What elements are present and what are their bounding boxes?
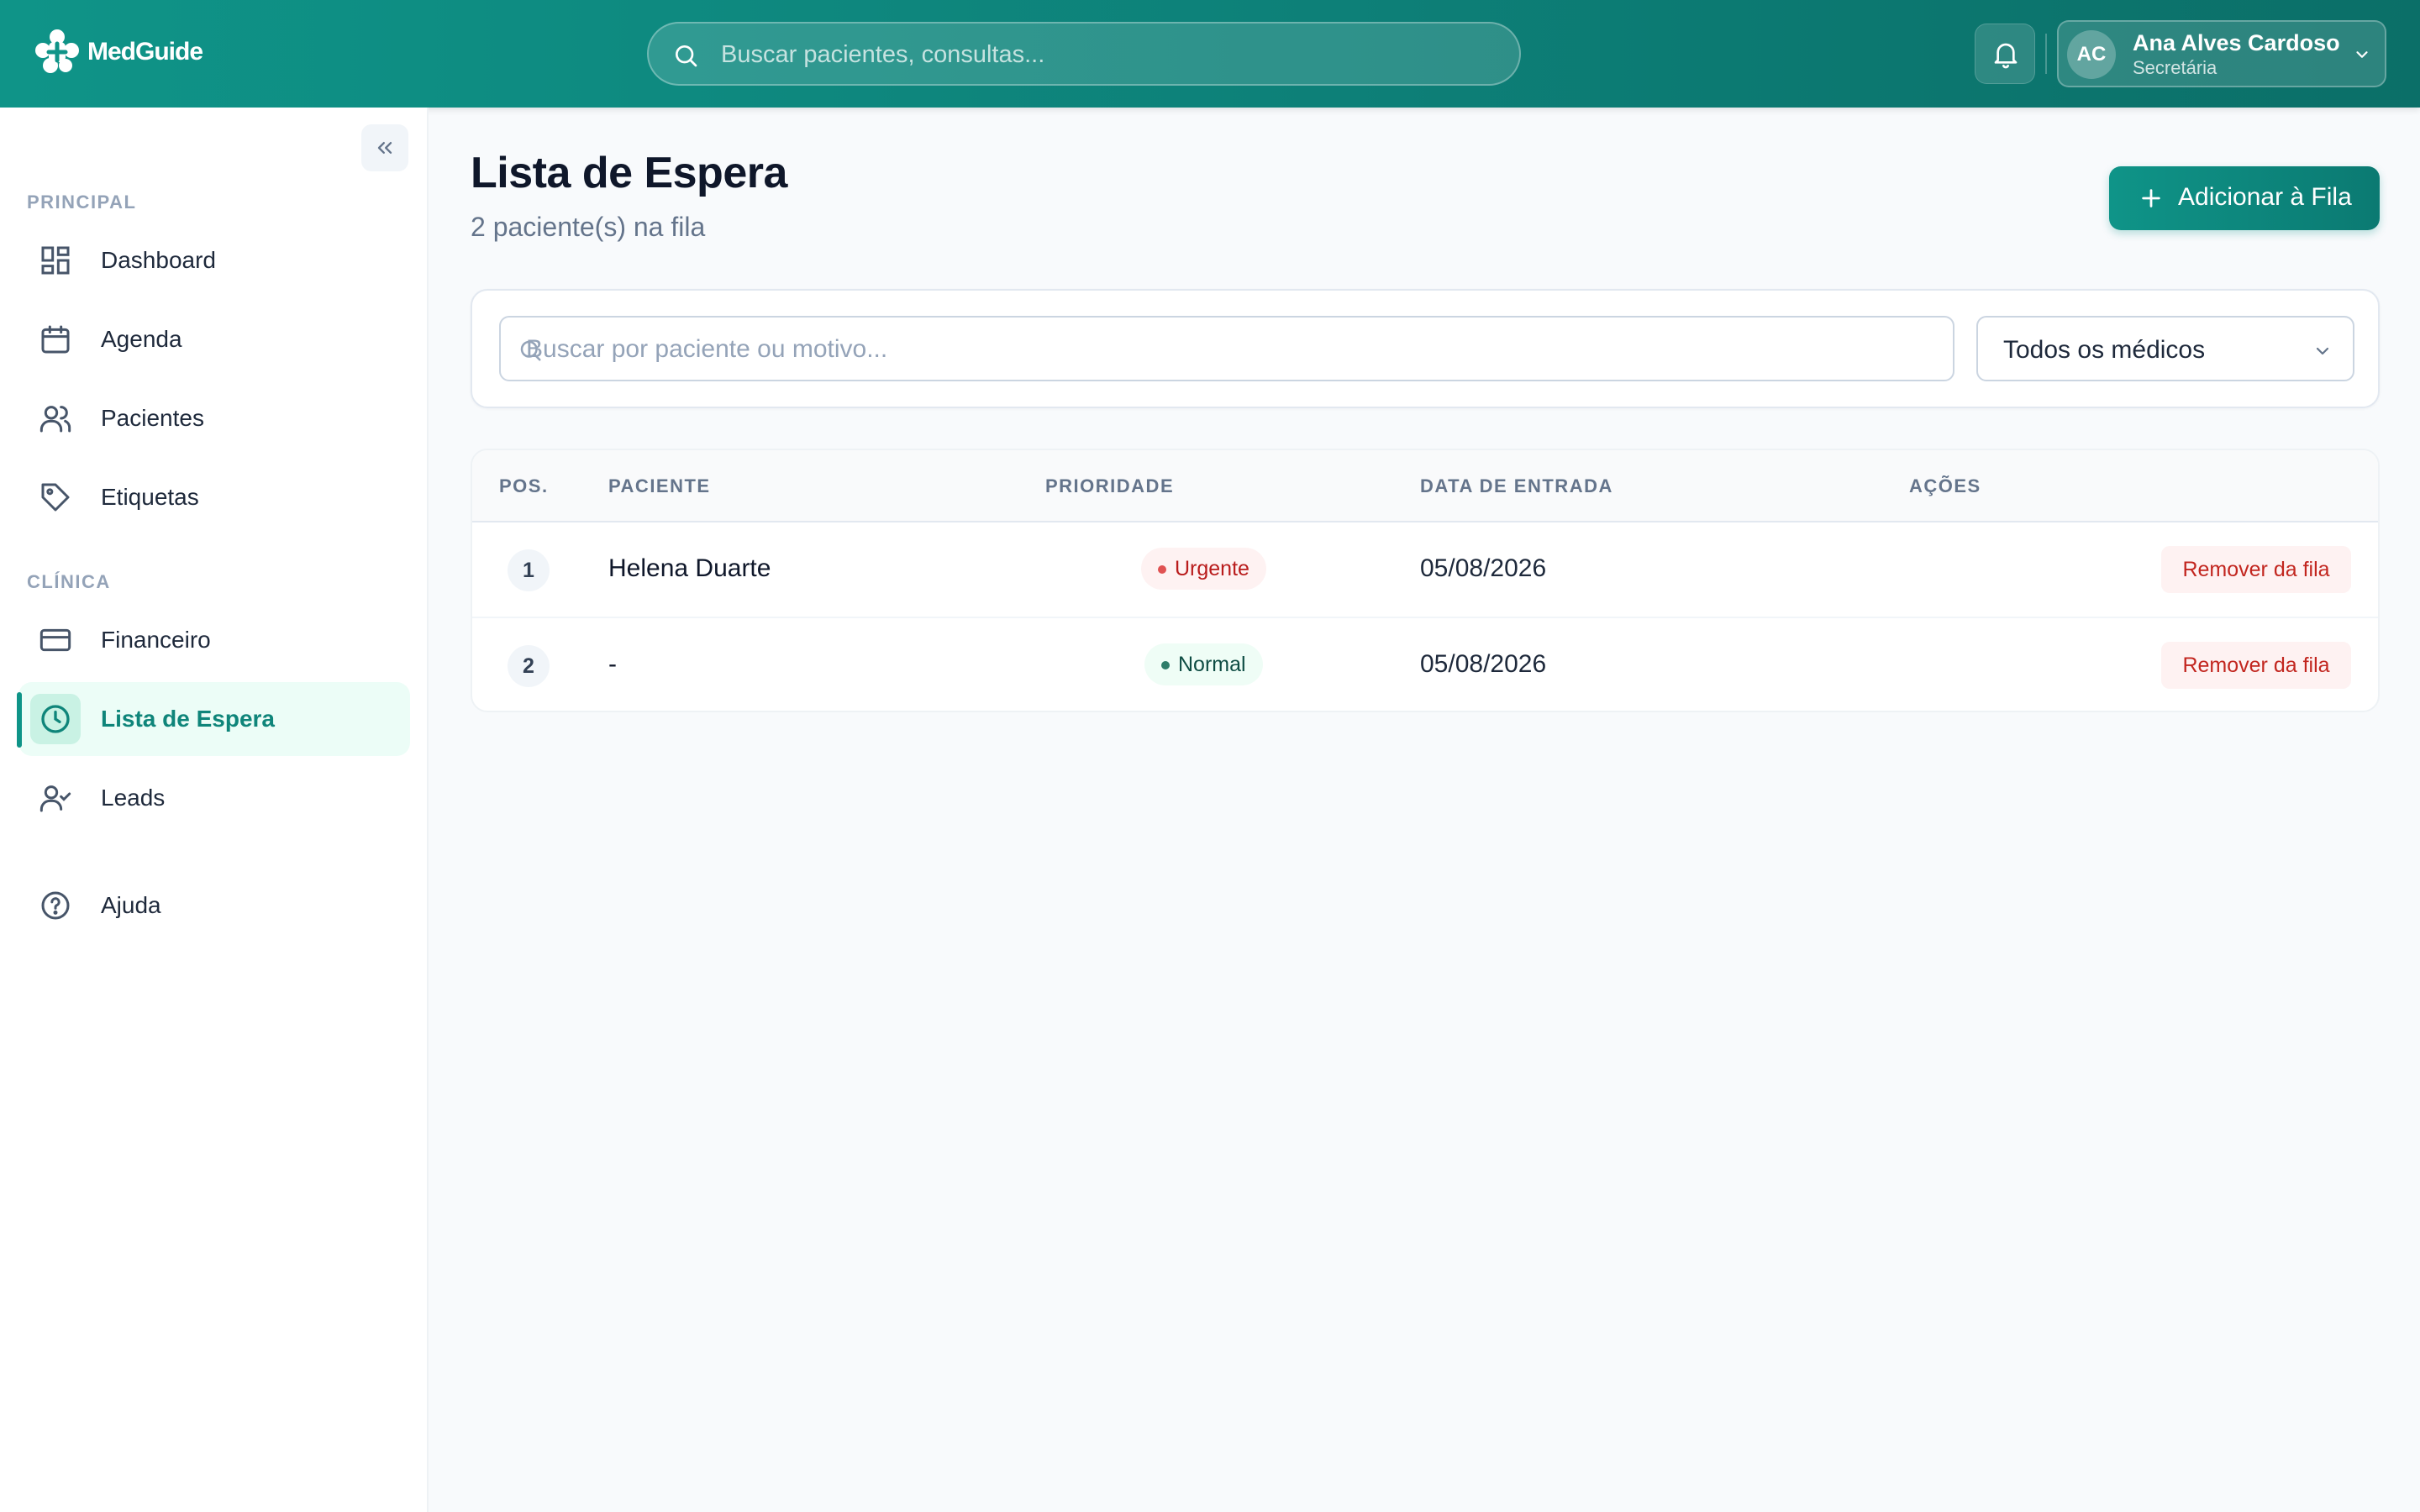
clock-icon xyxy=(30,694,81,744)
remove-from-queue-button[interactable]: Remover da fila xyxy=(2161,642,2351,689)
user-name: Ana Alves Cardoso xyxy=(2133,30,2340,55)
add-to-queue-label: Adicionar à Fila xyxy=(2178,183,2352,211)
app-logo[interactable]: MedGuide xyxy=(32,27,203,77)
page-subtitle: 2 paciente(s) na fila xyxy=(471,212,706,242)
sidebar-item-etiquetas[interactable]: Etiquetas xyxy=(18,460,410,534)
app-name: MedGuide xyxy=(87,38,203,66)
table-row: 2 - Normal 05/08/2026 Remover da fila xyxy=(472,618,2378,711)
sidebar-item-label: Dashboard xyxy=(101,247,216,273)
sidebar-item-leads[interactable]: Leads xyxy=(18,761,410,835)
section-label-clinica: CLÍNICA xyxy=(27,571,111,592)
top-header: MedGuide AC Ana Alves Cardoso Secretária xyxy=(0,0,2420,108)
sidebar-item-financeiro[interactable]: Financeiro xyxy=(18,603,410,677)
user-role: Secretária xyxy=(2133,57,2217,78)
sidebar-item-label: Lista de Espera xyxy=(101,706,275,732)
priority-badge-urgent: Urgente xyxy=(1141,548,1266,590)
priority-badge-normal: Normal xyxy=(1144,643,1263,685)
collapse-sidebar-button[interactable] xyxy=(361,124,408,171)
filter-card: Todos os médicos xyxy=(471,289,2380,408)
users-icon xyxy=(39,402,72,435)
chevron-down-icon xyxy=(2316,347,2329,355)
credit-card-icon xyxy=(39,623,72,657)
notifications-button[interactable] xyxy=(1975,24,2035,84)
medguide-logo-icon xyxy=(35,29,79,73)
sidebar-item-label: Agenda xyxy=(101,326,182,352)
table-row: 1 Helena Duarte Urgente 05/08/2026 Remov… xyxy=(472,522,2378,618)
sidebar: PRINCIPAL Dashboard Agenda Pacientes Eti… xyxy=(0,108,429,1512)
position-badge: 1 xyxy=(508,549,550,591)
global-search xyxy=(647,22,1521,86)
doctor-filter-select[interactable]: Todos os médicos xyxy=(1976,316,2354,381)
remove-from-queue-button[interactable]: Remover da fila xyxy=(2161,546,2351,593)
column-header-pos: POS. xyxy=(499,475,549,496)
dashboard-icon xyxy=(39,244,72,277)
sidebar-item-label: Ajuda xyxy=(101,892,161,918)
header-divider xyxy=(2045,34,2047,74)
tag-icon xyxy=(39,480,72,514)
calendar-icon xyxy=(39,323,72,356)
user-menu[interactable]: AC Ana Alves Cardoso Secretária xyxy=(2057,20,2386,87)
waitlist-table: POS. PACIENTE PRIORIDADE DATA DE ENTRADA… xyxy=(471,449,2380,712)
patient-name: - xyxy=(608,650,617,678)
column-header-actions: AÇÕES xyxy=(1909,475,1981,496)
bell-icon xyxy=(1994,43,2018,69)
doctor-filter-value: Todos os médicos xyxy=(2003,336,2206,364)
sidebar-item-label: Financeiro xyxy=(101,627,211,653)
section-label-principal: PRINCIPAL xyxy=(27,192,137,213)
add-to-queue-button[interactable]: Adicionar à Fila xyxy=(2109,166,2380,230)
sidebar-item-dashboard[interactable]: Dashboard xyxy=(18,223,410,297)
sidebar-item-label: Leads xyxy=(101,785,166,811)
sidebar-item-agenda[interactable]: Agenda xyxy=(18,302,410,376)
entry-date: 05/08/2026 xyxy=(1420,554,1547,582)
sidebar-item-lista-de-espera[interactable]: Lista de Espera xyxy=(18,682,410,756)
entry-date: 05/08/2026 xyxy=(1420,650,1547,678)
sidebar-item-label: Pacientes xyxy=(101,405,204,431)
search-icon xyxy=(676,45,697,67)
active-indicator xyxy=(17,692,22,748)
patient-search xyxy=(499,316,1954,381)
column-header-entry-date: DATA DE ENTRADA xyxy=(1420,475,1613,496)
patient-name: Helena Duarte xyxy=(608,554,771,582)
sidebar-item-pacientes[interactable]: Pacientes xyxy=(18,381,410,455)
table-header: POS. PACIENTE PRIORIDADE DATA DE ENTRADA… xyxy=(472,450,2378,522)
plus-icon xyxy=(2142,189,2160,207)
column-header-patient: PACIENTE xyxy=(608,475,711,496)
user-check-icon xyxy=(39,781,72,815)
chevrons-left-icon xyxy=(377,142,392,154)
sidebar-item-ajuda[interactable]: Ajuda xyxy=(18,869,410,942)
patient-search-input[interactable] xyxy=(526,333,1938,366)
column-header-priority: PRIORIDADE xyxy=(1045,475,1175,496)
chevron-down-icon xyxy=(2356,51,2368,58)
avatar: AC xyxy=(2067,30,2116,79)
sidebar-item-label: Etiquetas xyxy=(101,484,199,510)
global-search-input[interactable] xyxy=(721,35,1494,74)
page-title: Lista de Espera xyxy=(471,149,787,197)
position-badge: 2 xyxy=(508,645,550,687)
help-icon xyxy=(39,889,72,922)
